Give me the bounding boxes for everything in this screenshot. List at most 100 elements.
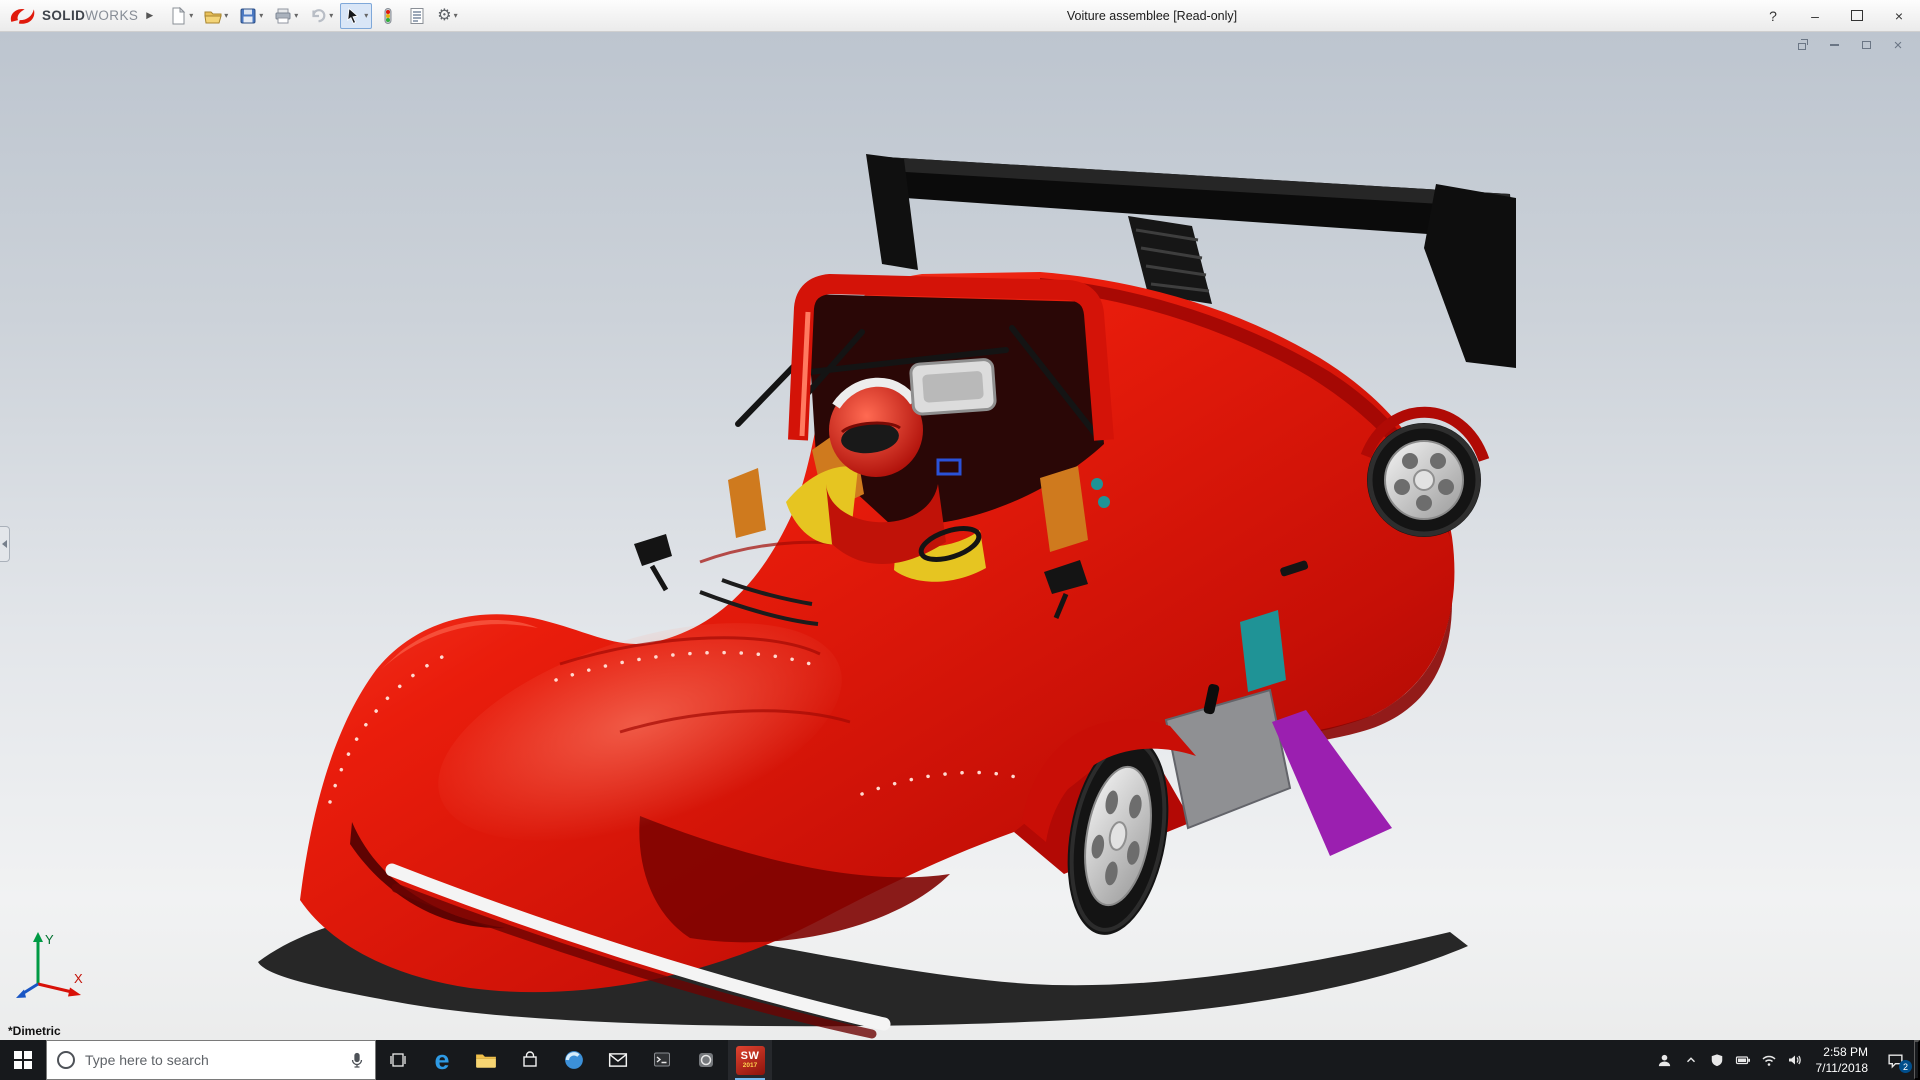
- file-properties-button[interactable]: [404, 3, 430, 29]
- new-document-icon: [169, 7, 187, 25]
- options-button[interactable]: ⚙ ▾: [433, 3, 461, 29]
- intake-orange-outer-left: [728, 468, 766, 538]
- clock-time: 2:58 PM: [1823, 1044, 1868, 1060]
- rebuild-button[interactable]: [375, 3, 401, 29]
- print-icon: [274, 7, 292, 25]
- store-button[interactable]: [508, 1040, 552, 1080]
- microphone-icon: [349, 1052, 365, 1068]
- rebuild-traffic-light-icon: [379, 7, 397, 25]
- shield-icon: [1710, 1053, 1724, 1067]
- wifi-icon: [1761, 1052, 1777, 1068]
- doc-minimize-button[interactable]: [1824, 37, 1844, 53]
- new-document-button[interactable]: ▾: [165, 3, 197, 29]
- blue-circle-app-button[interactable]: [552, 1040, 596, 1080]
- car-model[interactable]: [0, 32, 1920, 1040]
- save-floppy-icon: [239, 7, 257, 25]
- dropdown-caret-icon[interactable]: ▾: [189, 11, 193, 20]
- notification-badge: 2: [1899, 1060, 1912, 1073]
- solidworks-logo: SOLIDWORKS: [8, 6, 138, 26]
- triad-x-label: X: [74, 971, 83, 986]
- console-window-icon: [653, 1051, 671, 1069]
- open-folder-icon: [204, 7, 222, 25]
- rear-right-wheel: [1366, 412, 1484, 537]
- triad-y-label: Y: [45, 932, 54, 947]
- dropdown-caret-icon[interactable]: ▾: [259, 11, 263, 20]
- wing-endplate-right: [1424, 184, 1516, 368]
- wind-deflector: [910, 359, 995, 415]
- dropdown-caret-icon[interactable]: ▾: [454, 11, 458, 20]
- doc-restore-icon: [1798, 43, 1806, 50]
- cortana-icon: [57, 1051, 75, 1069]
- mail-button[interactable]: [596, 1040, 640, 1080]
- file-properties-icon: [408, 7, 426, 25]
- select-button[interactable]: ▾: [340, 3, 372, 29]
- battery-button[interactable]: [1730, 1040, 1756, 1080]
- search-input[interactable]: [83, 1051, 341, 1069]
- battery-icon: [1735, 1052, 1751, 1068]
- window-controls: ? – ×: [1752, 0, 1920, 31]
- app-titlebar: SOLIDWORKS ▶ ▾ ▾ ▾ ▾ ▾: [0, 0, 1920, 32]
- brand-wordmark: SOLIDWORKS: [42, 8, 138, 23]
- maximize-button[interactable]: [1836, 0, 1878, 31]
- mail-icon: [608, 1052, 628, 1068]
- reference-triad: Y X: [12, 926, 96, 1006]
- options-gear-icon: ⚙: [437, 8, 451, 24]
- gray-app-button[interactable]: [684, 1040, 728, 1080]
- dropdown-caret-icon[interactable]: ▾: [224, 11, 228, 20]
- help-button[interactable]: ?: [1752, 0, 1794, 31]
- minimize-button[interactable]: –: [1794, 0, 1836, 31]
- view-orientation-label: *Dimetric: [8, 1024, 61, 1038]
- show-desktop-button[interactable]: [1914, 1040, 1920, 1080]
- volume-button[interactable]: [1782, 1040, 1808, 1080]
- store-bag-icon: [521, 1051, 539, 1069]
- maximize-icon: [1851, 10, 1863, 21]
- file-explorer-icon: [475, 1051, 497, 1069]
- doc-close-button[interactable]: ×: [1888, 37, 1908, 53]
- edge-button[interactable]: e: [420, 1040, 464, 1080]
- solidworks-taskbar-button[interactable]: SW 2017: [728, 1040, 772, 1080]
- undo-button[interactable]: ▾: [305, 3, 337, 29]
- system-tray: 2:58 PM 7/11/2018 2: [1652, 1040, 1920, 1080]
- document-title: Voiture assemblee [Read-only]: [1067, 9, 1237, 23]
- screen: SOLIDWORKS ▶ ▾ ▾ ▾ ▾ ▾: [0, 0, 1920, 1080]
- taskbar-search[interactable]: [46, 1040, 376, 1080]
- document-window-controls: ×: [1792, 37, 1908, 53]
- people-button[interactable]: [1652, 1040, 1678, 1080]
- start-button[interactable]: [0, 1040, 46, 1080]
- console-button[interactable]: [640, 1040, 684, 1080]
- save-button[interactable]: ▾: [235, 3, 267, 29]
- file-explorer-button[interactable]: [464, 1040, 508, 1080]
- select-cursor-icon: [344, 7, 362, 25]
- dropdown-caret-icon[interactable]: ▾: [364, 11, 368, 20]
- taskbar-clock[interactable]: 2:58 PM 7/11/2018: [1808, 1044, 1877, 1076]
- doc-maximize-icon: [1862, 41, 1871, 49]
- gray-app-icon: [697, 1051, 715, 1069]
- tray-overflow-button[interactable]: [1678, 1040, 1704, 1080]
- close-button[interactable]: ×: [1878, 0, 1920, 31]
- doc-restore-button[interactable]: [1792, 37, 1812, 53]
- toolbar-flyout-arrow[interactable]: ▶: [146, 10, 153, 21]
- print-button[interactable]: ▾: [270, 3, 302, 29]
- dropdown-caret-icon[interactable]: ▾: [329, 11, 333, 20]
- doc-maximize-button[interactable]: [1856, 37, 1876, 53]
- dropdown-caret-icon[interactable]: ▾: [294, 11, 298, 20]
- mirror-left: [634, 534, 672, 566]
- person-icon: [1657, 1053, 1672, 1068]
- security-button[interactable]: [1704, 1040, 1730, 1080]
- side-window-teal: [1240, 610, 1286, 692]
- microphone-button[interactable]: [349, 1052, 365, 1068]
- doc-minimize-icon: [1830, 44, 1839, 46]
- task-view-button[interactable]: [376, 1040, 420, 1080]
- network-button[interactable]: [1756, 1040, 1782, 1080]
- quick-access-toolbar: ▾ ▾ ▾ ▾ ▾ ▾: [165, 3, 461, 29]
- clock-date: 7/11/2018: [1816, 1060, 1869, 1076]
- blue-circle-app-icon: [564, 1050, 584, 1070]
- solidworks-app-icon: SW 2017: [736, 1046, 765, 1075]
- action-center-button[interactable]: 2: [1876, 1040, 1914, 1080]
- graphics-viewport[interactable]: ×: [0, 32, 1920, 1040]
- volume-icon: [1787, 1052, 1803, 1068]
- task-view-icon: [389, 1051, 407, 1069]
- edge-icon: e: [434, 1047, 449, 1074]
- open-button[interactable]: ▾: [200, 3, 232, 29]
- ds-logo-icon: [8, 6, 38, 26]
